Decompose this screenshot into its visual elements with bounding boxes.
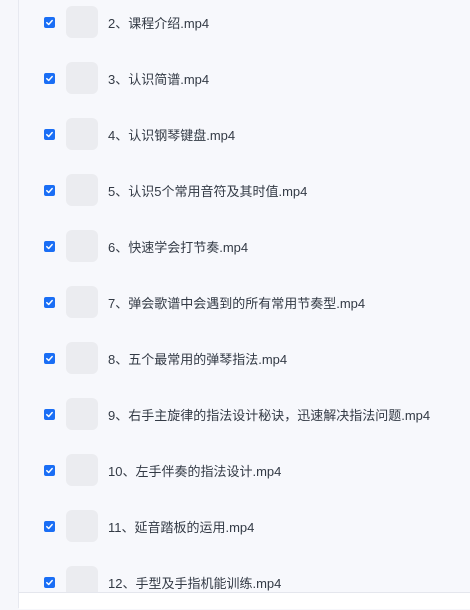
file-row[interactable]: 9、右手主旋律的指法设计秘诀，迅速解决指法问题.mp4: [19, 386, 470, 442]
file-row[interactable]: 3、认识简谱.mp4: [19, 50, 470, 106]
check-icon: [46, 355, 53, 361]
file-name: 11、延音踏板的运用.mp4: [108, 519, 255, 535]
file-row[interactable]: 6、快速学会打节奏.mp4: [19, 218, 470, 274]
checkbox[interactable]: [44, 520, 55, 532]
check-icon: [46, 299, 53, 305]
file-list: 2、课程介绍.mp4 3、认识简谱.mp4 4、认识钢琴键盘.mp4 5、认识5…: [19, 0, 470, 610]
file-name: 4、认识钢琴键盘.mp4: [108, 127, 236, 143]
video-thumbnail: [66, 454, 98, 486]
file-row[interactable]: 11、延音踏板的运用.mp4: [19, 498, 470, 554]
check-icon: [46, 131, 53, 137]
file-name: 9、右手主旋律的指法设计秘诀，迅速解决指法问题.mp4: [108, 407, 431, 423]
file-name: 5、认识5个常用音符及其时值.mp4: [108, 183, 308, 199]
check-icon: [46, 467, 53, 473]
video-thumbnail: [66, 286, 98, 318]
checkbox[interactable]: [44, 352, 55, 364]
file-row[interactable]: 10、左手伴奏的指法设计.mp4: [19, 442, 470, 498]
video-thumbnail: [66, 342, 98, 374]
check-icon: [46, 243, 53, 249]
file-row[interactable]: 2、课程介绍.mp4: [19, 0, 470, 50]
video-thumbnail: [66, 398, 98, 430]
checkbox[interactable]: [44, 128, 55, 140]
checkbox[interactable]: [44, 576, 55, 588]
checkbox[interactable]: [44, 408, 55, 420]
checkbox[interactable]: [44, 296, 55, 308]
check-icon: [46, 19, 53, 25]
check-icon: [46, 411, 53, 417]
checkbox[interactable]: [44, 16, 55, 28]
check-icon: [46, 75, 53, 81]
video-thumbnail: [66, 118, 98, 150]
file-name: 2、课程介绍.mp4: [108, 15, 210, 31]
file-row[interactable]: 8、五个最常用的弹琴指法.mp4: [19, 330, 470, 386]
video-thumbnail: [66, 62, 98, 94]
file-name: 12、手型及手指机能训练.mp4: [108, 575, 282, 591]
checkbox[interactable]: [44, 240, 55, 252]
check-icon: [46, 187, 53, 193]
file-row[interactable]: 4、认识钢琴键盘.mp4: [19, 106, 470, 162]
file-name: 10、左手伴奏的指法设计.mp4: [108, 463, 282, 479]
file-name: 7、弹会歌谱中会遇到的所有常用节奏型.mp4: [108, 295, 366, 311]
file-name: 6、快速学会打节奏.mp4: [108, 239, 249, 255]
file-name: 3、认识简谱.mp4: [108, 71, 210, 87]
checkbox[interactable]: [44, 464, 55, 476]
file-list-panel: 2、课程介绍.mp4 3、认识简谱.mp4 4、认识钢琴键盘.mp4 5、认识5…: [18, 0, 470, 610]
video-thumbnail: [66, 174, 98, 206]
file-name: 8、五个最常用的弹琴指法.mp4: [108, 351, 288, 367]
bottom-bar: [19, 592, 470, 609]
check-icon: [46, 523, 53, 529]
file-row[interactable]: 5、认识5个常用音符及其时值.mp4: [19, 162, 470, 218]
video-thumbnail: [66, 6, 98, 38]
checkbox[interactable]: [44, 184, 55, 196]
file-row[interactable]: 7、弹会歌谱中会遇到的所有常用节奏型.mp4: [19, 274, 470, 330]
check-icon: [46, 579, 53, 585]
video-thumbnail: [66, 510, 98, 542]
checkbox[interactable]: [44, 72, 55, 84]
video-thumbnail: [66, 230, 98, 262]
